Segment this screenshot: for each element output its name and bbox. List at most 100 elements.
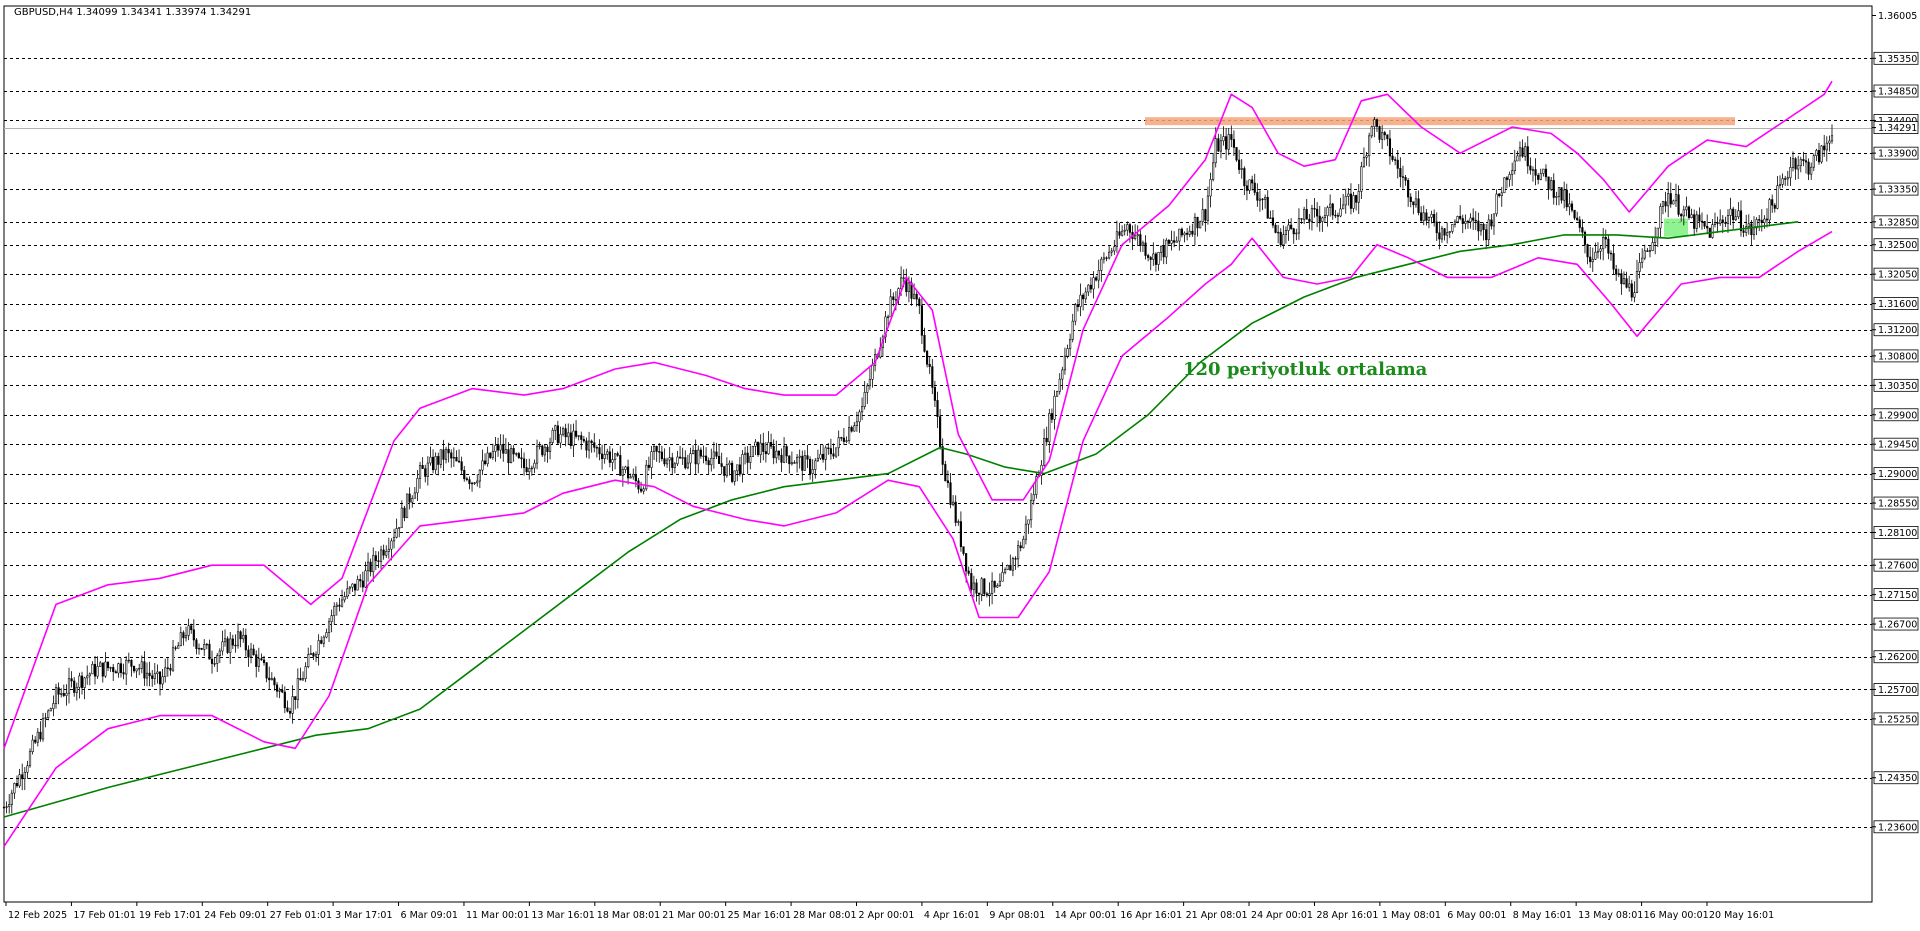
- candle-body: [1815, 150, 1818, 157]
- candle-body: [840, 437, 843, 439]
- candle-body: [60, 693, 63, 695]
- candle-body: [1024, 523, 1027, 540]
- candle-body: [811, 469, 814, 474]
- candle-body: [1126, 224, 1129, 231]
- candle-body: [1667, 193, 1670, 207]
- price-axis-label: 1.31200: [1878, 325, 1917, 336]
- candle-body: [715, 451, 718, 457]
- time-axis-label: 3 Mar 17:01: [335, 910, 392, 921]
- candle-body: [796, 456, 799, 464]
- candle-body: [616, 453, 619, 456]
- candle-body: [1776, 185, 1779, 209]
- candle-body: [556, 425, 559, 444]
- candle-body: [543, 446, 546, 456]
- candle-body: [260, 658, 263, 661]
- candle-body: [340, 599, 344, 607]
- candle-body: [83, 677, 86, 688]
- candle-body: [1778, 184, 1782, 187]
- candle-body: [1508, 174, 1511, 180]
- candle-body: [1079, 294, 1082, 307]
- price-axis-label: 1.30800: [1878, 351, 1917, 362]
- candle-body: [980, 578, 983, 595]
- candle-body: [1375, 119, 1379, 127]
- candle-body: [392, 536, 396, 542]
- candle-body: [96, 666, 99, 677]
- candle-body: [1646, 250, 1649, 252]
- time-axis-label: 1 May 08:01: [1382, 910, 1441, 921]
- candle-body: [686, 462, 689, 469]
- candle-body: [171, 647, 175, 671]
- candle-body: [312, 653, 315, 657]
- candle-body: [135, 668, 138, 672]
- chart-container[interactable]: 1.360051.353501.348501.344001.342911.339…: [0, 0, 1920, 927]
- candle-body: [231, 638, 234, 646]
- candle-body: [114, 671, 117, 674]
- candle-body: [642, 488, 645, 492]
- candle-body: [476, 480, 479, 484]
- candle-body: [1401, 176, 1405, 178]
- candle-body: [858, 411, 861, 423]
- candle-body: [491, 451, 494, 458]
- candle-body: [1167, 239, 1171, 244]
- candle-body: [710, 458, 713, 466]
- candle-body: [13, 783, 16, 794]
- time-axis-label: 12 Feb 2025: [8, 910, 67, 921]
- candle-body: [1396, 159, 1399, 169]
- candle-body: [452, 456, 455, 459]
- candle-body: [554, 425, 557, 431]
- candle-body: [1222, 136, 1225, 142]
- candle-body: [1061, 369, 1064, 380]
- candle-body: [1134, 235, 1137, 239]
- candle-body: [1378, 126, 1381, 140]
- candle-body: [1713, 222, 1717, 225]
- candle-body: [496, 445, 500, 451]
- candle-body: [1604, 236, 1607, 240]
- candle-body: [1700, 220, 1704, 223]
- candle-body: [720, 463, 723, 467]
- candle-body: [569, 432, 572, 446]
- candle-body: [1643, 250, 1646, 259]
- candle-body: [832, 453, 835, 457]
- candle-body: [1661, 201, 1665, 207]
- candle-body: [1186, 232, 1189, 235]
- candle-body: [1724, 222, 1727, 224]
- candle-body: [1438, 232, 1441, 240]
- candle-body: [88, 673, 91, 677]
- candle-body: [1817, 150, 1821, 163]
- candle-body: [814, 460, 817, 470]
- candle-body: [736, 464, 739, 472]
- candle-body: [741, 454, 744, 475]
- time-axis-label: 13 Mar 16:01: [531, 910, 594, 921]
- symbol-header: GBPUSD,H4 1.34099 1.34341 1.33974 1.3429…: [14, 7, 251, 18]
- candle-body: [985, 593, 988, 596]
- candle-body: [447, 448, 450, 454]
- candle-body: [900, 277, 903, 289]
- candle-body: [1542, 168, 1545, 174]
- price-axis-label: 1.34850: [1878, 87, 1917, 98]
- candle-body: [226, 638, 229, 653]
- candle-body: [132, 665, 136, 672]
- candle-body: [663, 458, 666, 465]
- candle-body: [606, 451, 609, 455]
- candle-body: [1001, 571, 1004, 582]
- candle-body: [546, 446, 549, 452]
- candle-body: [1030, 499, 1033, 521]
- candle-body: [1394, 159, 1397, 161]
- candle-body: [101, 662, 104, 677]
- candle-body: [1446, 232, 1449, 236]
- candle-body: [1004, 569, 1007, 573]
- candle-body: [1118, 231, 1121, 236]
- candle-body: [1095, 277, 1098, 281]
- price-axis-label: 1.30350: [1878, 381, 1917, 392]
- candle-body: [829, 448, 832, 455]
- price-chart[interactable]: 1.360051.353501.348501.344001.342911.339…: [0, 0, 1920, 927]
- candle-body: [1399, 168, 1402, 177]
- candle-body: [1339, 208, 1342, 217]
- candle-body: [1277, 231, 1280, 234]
- candle-body: [1251, 179, 1254, 184]
- candle-body: [1329, 203, 1332, 208]
- price-axis-label: 1.25250: [1878, 714, 1917, 725]
- candle-body: [1269, 217, 1272, 219]
- candle-body: [863, 392, 866, 407]
- candle-body: [952, 501, 955, 505]
